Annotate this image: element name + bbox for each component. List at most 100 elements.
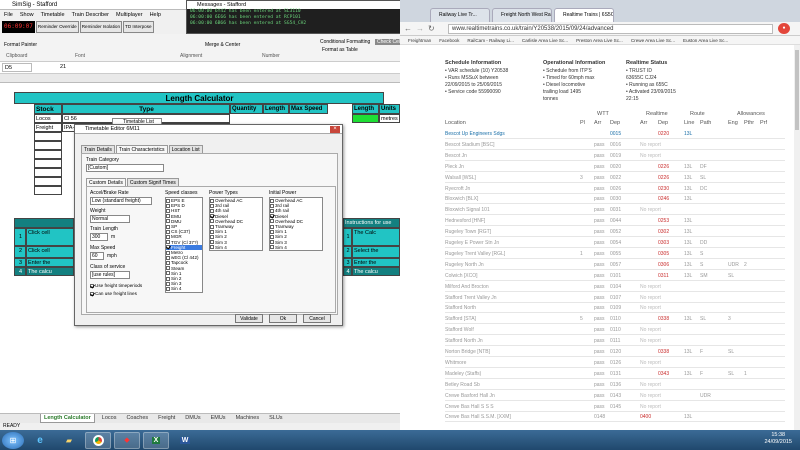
close-icon[interactable]: × — [330, 126, 340, 133]
menu-help[interactable]: Help — [150, 10, 161, 20]
table-row[interactable]: Hednesford [HNF] pass 0044 0253 13L — [445, 216, 785, 227]
merge-center-button[interactable]: Merge & Center — [205, 42, 240, 48]
bookmark[interactable]: Euston Area Live Sc... — [683, 36, 728, 44]
formula-input[interactable]: 21 — [60, 63, 66, 72]
sheet-tab-slus[interactable]: SLUs — [266, 414, 285, 423]
td-interpose-button[interactable]: TD Interpose — [123, 21, 154, 33]
sheet-tab-locos[interactable]: Locos — [99, 414, 120, 423]
address-bar[interactable]: www.realtimetrains.co.uk/train/Y20538/20… — [448, 24, 773, 34]
table-row[interactable]: Stafford North pass 0109 No report — [445, 303, 785, 314]
menu-file[interactable]: File — [4, 10, 13, 20]
cell-loc[interactable]: Bescot Stadium [BSC] — [445, 140, 494, 150]
menu-show[interactable]: Show — [20, 10, 34, 20]
header-quantity[interactable]: Quantity — [230, 104, 263, 114]
sheet-tab-freight[interactable]: Freight — [155, 414, 178, 423]
checkbox-icon[interactable] — [270, 198, 274, 203]
sheet-tab-machines[interactable]: Machines — [233, 414, 263, 423]
checkbox-icon[interactable] — [210, 198, 214, 203]
train-category-select[interactable]: [Custom] — [86, 164, 164, 172]
checkbox-icon[interactable] — [210, 245, 214, 250]
checkbox-icon[interactable] — [210, 224, 214, 229]
checkbox-icon[interactable] — [210, 240, 214, 245]
cell-loc[interactable]: Betley Road Sb — [445, 380, 480, 390]
initial-power-list[interactable]: Overhead AC 3rd rail 4th rail Diesel Overhea… — [269, 197, 323, 251]
table-row[interactable]: Stafford North Jn pass 0111 No report — [445, 336, 785, 347]
checkbox-icon[interactable] — [210, 235, 214, 240]
cell-loc[interactable]: Crewe Bas Hall S S S — [445, 402, 494, 412]
table-row[interactable]: Madeley (Staffs) pass 0131 0343 13L F SL 1 — [445, 369, 785, 379]
instruction-step[interactable]: Select the — [352, 246, 400, 258]
checkbox-icon[interactable] — [210, 229, 214, 234]
empty-cell[interactable] — [34, 132, 62, 141]
checkbox-icon[interactable] — [210, 203, 214, 208]
cell-loc[interactable]: Bloxwich [BLX] — [445, 194, 478, 204]
table-row[interactable]: Crewe Basford Hall Jn pass 0143 No report UD… — [445, 391, 785, 401]
sheet-tab-coaches[interactable]: Coaches — [123, 414, 151, 423]
ok-button[interactable]: Ok — [269, 314, 297, 323]
cell-stock[interactable]: Locos — [34, 114, 62, 123]
sheet-tab-length-calculator[interactable]: Length Calculator — [40, 414, 95, 423]
bookmark[interactable]: Carlisle Area Live Sc... — [522, 36, 568, 44]
checkbox-icon[interactable] — [166, 281, 170, 286]
table-row[interactable]: Bloxwich Signal 101 pass 0031 No report — [445, 205, 785, 216]
list-option[interactable]: Sim 4 — [270, 245, 322, 250]
table-row[interactable]: Bescot Stadium [BSC] pass 0016 No report — [445, 140, 785, 150]
instructions-title[interactable]: Instructions for use — [343, 218, 400, 228]
browser-tab[interactable]: Freight North West Rail... — [492, 8, 552, 22]
table-row[interactable]: Pleck Jn pass 0020 0226 13L DF — [445, 162, 785, 172]
cell-loc[interactable]: Crewe Basford Hall Jn — [445, 391, 495, 401]
extension-icon[interactable]: ● — [778, 23, 790, 34]
table-row[interactable]: Ryecroft Jn pass 0026 0230 13L DC — [445, 184, 785, 194]
instruction-step[interactable]: Enter the — [26, 258, 74, 267]
checkbox-icon[interactable] — [166, 229, 170, 234]
checkbox-icon[interactable] — [166, 198, 170, 203]
cell-length-total[interactable] — [352, 114, 379, 123]
instruction-step[interactable]: Enter the — [352, 258, 400, 267]
empty-cell[interactable] — [34, 186, 62, 195]
cell-loc[interactable]: Stafford Wolf — [445, 325, 474, 335]
max-speed-input[interactable]: 60 — [90, 252, 104, 260]
empty-cell[interactable] — [34, 177, 62, 186]
simsig-taskbar-icon[interactable]: ◆ — [114, 431, 140, 449]
list-option[interactable]: Sin 4 — [166, 286, 202, 291]
menu-timetable[interactable]: Timetable — [41, 10, 65, 20]
empty-cell[interactable] — [34, 150, 62, 159]
cell-loc[interactable]: Rugeley E Power Stn Jn — [445, 238, 499, 248]
checkbox-icon[interactable] — [270, 240, 274, 245]
list-option[interactable]: Sim 4 — [210, 245, 262, 250]
validate-button[interactable]: Validate — [235, 314, 263, 323]
empty-cell[interactable] — [34, 159, 62, 168]
empty-cell[interactable] — [34, 141, 62, 150]
instruction-step[interactable]: The Calc — [352, 228, 400, 246]
cell-loc[interactable]: Hednesford [HNF] — [445, 216, 485, 226]
checkbox-icon[interactable] — [270, 229, 274, 234]
table-row[interactable]: Whitmore pass 0126 No report — [445, 358, 785, 368]
format-painter-button[interactable]: Format Painter — [4, 42, 37, 48]
header-stock[interactable]: Stock — [34, 104, 62, 114]
table-row[interactable]: Bloxwich [BLX] pass 0030 0246 13L — [445, 194, 785, 205]
checkbox-icon[interactable] — [166, 219, 170, 224]
checkbox-icon[interactable] — [166, 245, 170, 250]
checkbox-icon[interactable] — [166, 261, 170, 266]
menu-train-describer[interactable]: Train Describer — [72, 10, 109, 20]
explorer-taskbar-icon[interactable]: ▰ — [56, 432, 82, 449]
cell-loc[interactable]: Rugeley Town [RGT] — [445, 227, 491, 237]
table-row[interactable]: Norton Bridge [NTB] pass 0120 0338 13L F SL — [445, 347, 785, 357]
cell-stock[interactable]: Freight — [34, 123, 62, 132]
accel-select[interactable]: Low (standard freight) — [90, 197, 152, 205]
table-row[interactable]: Rugeley E Power Stn Jn pass 0054 0303 13L DD — [445, 238, 785, 248]
bookmark[interactable]: Crewe Area Live Sc... — [631, 36, 675, 44]
cell-loc[interactable]: Madeley (Staffs) — [445, 369, 481, 379]
cell-loc[interactable]: Pleck Jn — [445, 162, 464, 172]
menu-multiplayer[interactable]: Multiplayer — [116, 10, 143, 20]
check-cell-style[interactable]: Check Cell — [375, 39, 404, 45]
checkbox-icon[interactable] — [166, 209, 170, 213]
cell-loc[interactable]: Stafford Trent Valley Jn — [445, 293, 497, 303]
word-taskbar-icon[interactable]: W — [172, 432, 198, 449]
table-row[interactable]: Colwich [XCO] pass 0101 0311 13L SM SL — [445, 271, 785, 281]
sheet-tab-emus[interactable]: EMUs — [208, 414, 229, 423]
bookmark[interactable]: Freightman — [408, 36, 431, 44]
excel-taskbar-icon[interactable]: X — [143, 431, 169, 449]
cell-loc[interactable]: Bescot Jn — [445, 151, 467, 161]
cell-loc[interactable]: Ryecroft Jn — [445, 184, 470, 194]
